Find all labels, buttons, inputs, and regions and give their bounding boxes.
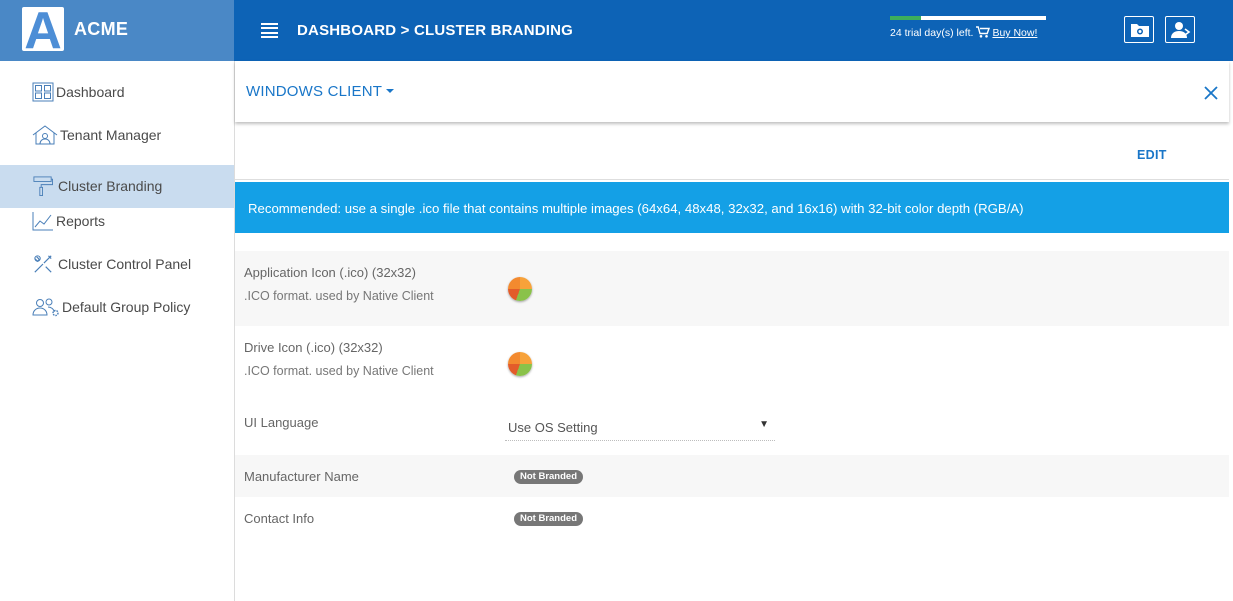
top-bar: A ACME DASHBOARD > CLUSTER BRANDING 24 t… (0, 0, 1233, 61)
brand[interactable]: A ACME (0, 0, 234, 61)
client-type-dropdown[interactable]: WINDOWS CLIENT (246, 83, 395, 100)
brand-logo: A (22, 7, 64, 51)
edit-button[interactable]: EDIT (1137, 148, 1167, 162)
not-branded-badge: Not Branded (514, 512, 583, 526)
content-toolbar: EDIT (235, 124, 1229, 180)
brand-name: ACME (74, 19, 129, 39)
ui-language-row: UI Language Use OS Setting ▼ (235, 401, 1229, 455)
not-branded-badge: Not Branded (514, 470, 583, 484)
trial-status: 24 trial day(s) left. Buy Now! (890, 16, 1050, 41)
drive-icon-row: Drive Icon (.ico) (32x32) .ICO format. u… (235, 326, 1229, 401)
user-account-button[interactable] (1165, 16, 1195, 43)
folder-icon (1131, 24, 1149, 37)
sidebar-item-label: Tenant Manager (60, 127, 162, 143)
row-label: Manufacturer Name (244, 469, 359, 484)
sidebar-item-label: Default Group Policy (62, 299, 191, 315)
row-label: Application Icon (.ico) (32x32) (244, 265, 416, 280)
sidebar-item-tenant-manager[interactable]: Tenant Manager (0, 114, 234, 157)
folder-button[interactable] (1124, 16, 1154, 43)
trial-progress-bar (890, 16, 1046, 20)
contact-info-row: Contact Info Not Branded (235, 497, 1229, 539)
sidebar-item-cluster-control-panel[interactable]: Cluster Control Panel (0, 243, 234, 286)
recommendation-banner: Recommended: use a single .ico file that… (235, 182, 1229, 233)
row-sublabel: .ICO format. used by Native Client (244, 364, 434, 378)
caret-down-icon (386, 89, 395, 93)
sidebar-item-label: Reports (56, 213, 106, 229)
content-header: WINDOWS CLIENT (235, 61, 1229, 122)
sidebar-item-dashboard[interactable]: Dashboard (0, 71, 234, 114)
row-label: UI Language (244, 415, 319, 430)
breadcrumb: DASHBOARD > CLUSTER BRANDING (297, 22, 574, 39)
grid-icon (32, 82, 54, 102)
tools-icon (34, 255, 52, 273)
ui-language-select[interactable]: Use OS Setting ▼ (505, 411, 775, 441)
trial-days-text: 24 trial day(s) left. (890, 27, 974, 39)
drive-icon-preview[interactable] (508, 352, 532, 376)
cart-icon (976, 26, 991, 41)
application-icon-preview[interactable] (508, 277, 532, 301)
row-label: Contact Info (244, 511, 315, 526)
application-icon-row: Application Icon (.ico) (32x32) .ICO for… (235, 251, 1229, 326)
sidebar-item-reports[interactable]: Reports (0, 200, 234, 243)
users-gear-icon (32, 298, 59, 317)
hamburger-menu-icon[interactable] (261, 23, 278, 39)
row-label: Drive Icon (.ico) (32x32) (244, 340, 383, 355)
close-icon[interactable] (1203, 85, 1219, 101)
dropdown-arrow-icon: ▼ (759, 419, 769, 430)
row-sublabel: .ICO format. used by Native Client (244, 289, 434, 303)
sidebar-item-default-group-policy[interactable]: Default Group Policy (0, 286, 234, 329)
sidebar-item-label: Dashboard (56, 84, 125, 100)
manufacturer-name-row: Manufacturer Name Not Branded (235, 455, 1229, 497)
sidebar-item-label: Cluster Branding (58, 178, 163, 194)
sidebar-item-label: Cluster Control Panel (58, 256, 192, 272)
user-icon (1171, 22, 1191, 38)
buy-now-link[interactable]: Buy Now! (992, 27, 1037, 39)
house-icon (32, 125, 58, 145)
paint-roller-icon (33, 176, 53, 196)
line-chart-icon (32, 212, 53, 231)
sidebar: Dashboard Tenant Manager Cluster Brandin… (0, 61, 235, 601)
ui-language-value: Use OS Setting (508, 420, 598, 435)
